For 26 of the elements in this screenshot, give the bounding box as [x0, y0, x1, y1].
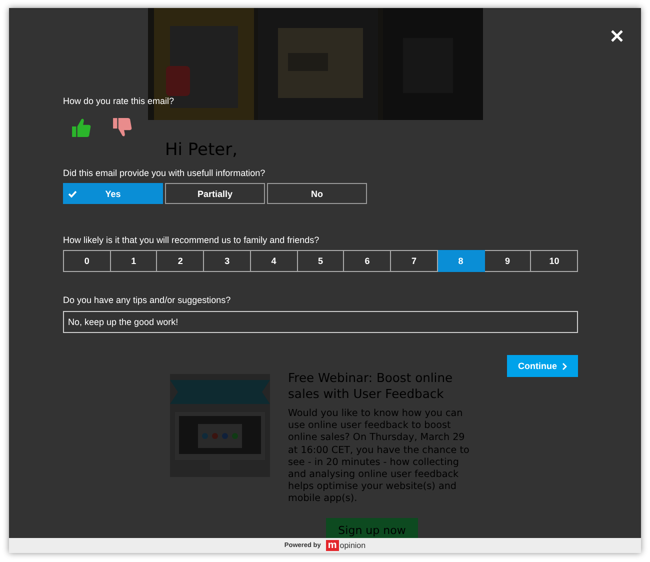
rating-button[interactable]: 5	[298, 250, 344, 272]
rating-button[interactable]: 4	[250, 250, 298, 272]
close-icon[interactable]	[611, 30, 623, 42]
rating-button[interactable]: 3	[204, 250, 251, 272]
check-icon	[68, 190, 77, 198]
choice-button[interactable]: No	[267, 183, 367, 204]
question-label: How do you rate this email?	[63, 96, 174, 107]
rating-button[interactable]: 2	[157, 250, 204, 272]
chevron-right-icon	[562, 362, 567, 370]
logo-mark: m	[326, 540, 339, 551]
question-label: Did this email provide you with usefull information?	[63, 168, 266, 179]
question-label: Do you have any tips and/or suggestions?	[63, 295, 231, 306]
rating-button[interactable]: 10	[531, 250, 578, 272]
rating-button[interactable]: 0	[63, 250, 111, 272]
rating-button[interactable]: 6	[344, 250, 392, 272]
question-label: How likely is it that you will recommend us to family and friends?	[63, 235, 320, 246]
input-field[interactable]: No, keep up the good work!	[63, 311, 578, 333]
logo-wordmark: opinion	[340, 541, 366, 550]
choice-button[interactable]: Partially	[165, 183, 265, 204]
rating-button[interactable]: 7	[391, 250, 438, 272]
thumbs-down-icon[interactable]	[112, 117, 133, 138]
rating-button[interactable]: 9	[484, 250, 532, 272]
choice-button[interactable]: Yes	[63, 183, 163, 204]
rating-button[interactable]: 8	[438, 250, 485, 272]
thumbs-up-icon[interactable]	[71, 117, 92, 138]
rating-button[interactable]: 1	[110, 250, 158, 272]
